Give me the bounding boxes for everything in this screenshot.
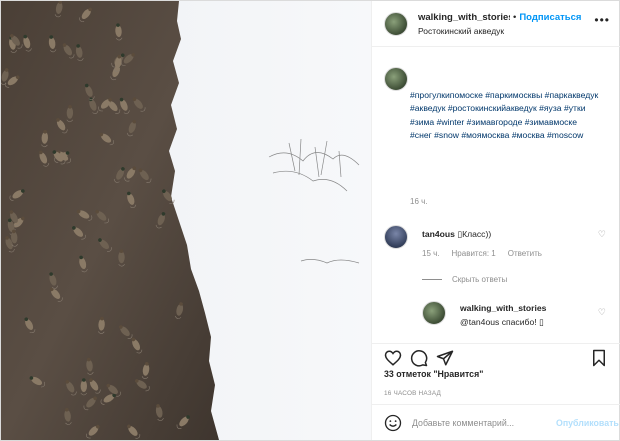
post-timestamp[interactable]: 16 ЧАСОВ НАЗАД <box>384 390 441 397</box>
header-line: walking_with_stories • Подписаться <box>418 12 593 23</box>
caption-author-avatar[interactable] <box>384 67 408 91</box>
follow-button[interactable]: Подписаться <box>519 12 581 23</box>
add-comment-bar: Опубликовать <box>372 404 620 440</box>
comment-item: tan4ous ▯Класс)) ♡ 15 ч. Нравится: 1 Отв… <box>384 225 612 265</box>
more-options-icon[interactable]: ••• <box>594 13 610 27</box>
reply-author-avatar[interactable] <box>422 301 446 325</box>
post-dialog: walking_with_stories • Подписаться Росто… <box>0 0 620 441</box>
comment-body: ▯Класс)) <box>457 229 492 239</box>
location-link[interactable]: Ростокинский акведук <box>418 26 593 36</box>
likes-count[interactable]: 33 отметок "Нравится" <box>384 369 483 379</box>
send-icon[interactable] <box>436 349 454 367</box>
heart-icon[interactable] <box>384 349 402 367</box>
header-separator: • <box>513 11 517 23</box>
reply-body: @tan4ous спасибо! ▯ <box>460 317 544 327</box>
comment-like-heart-icon[interactable]: ♡ <box>598 229 606 240</box>
commenter-avatar[interactable] <box>384 225 408 249</box>
comment-icon[interactable] <box>410 349 428 367</box>
comment-input[interactable] <box>412 417 552 428</box>
photo-river-snow-ducks <box>1 1 371 440</box>
caption-time[interactable]: 16 ч. <box>410 197 428 206</box>
caption-hashtags[interactable]: #прогулкипомоске #паркимосквы #парк­акве… <box>410 89 600 142</box>
smiley-icon[interactable] <box>384 414 402 432</box>
post-header: walking_with_stories • Подписаться Росто… <box>372 1 620 47</box>
reply-like-heart-icon[interactable]: ♡ <box>598 307 606 318</box>
comment-meta: 15 ч. Нравится: 1 Ответить <box>422 249 542 258</box>
bookmark-icon[interactable] <box>590 349 608 367</box>
comment-time[interactable]: 15 ч. <box>422 249 440 258</box>
post-sidebar: walking_with_stories • Подписаться Росто… <box>371 1 620 440</box>
comments-section: #прогулкипомоске #паркимосквы #парк­акве… <box>372 47 620 343</box>
post-photo[interactable] <box>1 1 371 440</box>
comment-likes-count[interactable]: Нравится: 1 <box>452 249 496 258</box>
author-username[interactable]: walking_with_stories <box>418 12 510 23</box>
author-avatar[interactable] <box>384 11 408 36</box>
reply-item: walking_with_stories @tan4ous спасибо! ▯… <box>422 301 612 341</box>
commenter-username[interactable]: tan4ous <box>422 229 455 239</box>
hide-replies-line <box>422 279 442 280</box>
comment-text: tan4ous ▯Класс)) <box>422 229 491 240</box>
comment-reply-button[interactable]: Ответить <box>508 249 542 258</box>
hide-replies-label: Скрыть ответы <box>452 275 508 284</box>
header-text: walking_with_stories • Подписаться Росто… <box>418 12 593 36</box>
hide-replies-button[interactable]: Скрыть ответы <box>422 275 507 284</box>
reply-author-username[interactable]: walking_with_stories <box>460 303 546 313</box>
publish-button[interactable]: Опубликовать <box>556 418 619 428</box>
